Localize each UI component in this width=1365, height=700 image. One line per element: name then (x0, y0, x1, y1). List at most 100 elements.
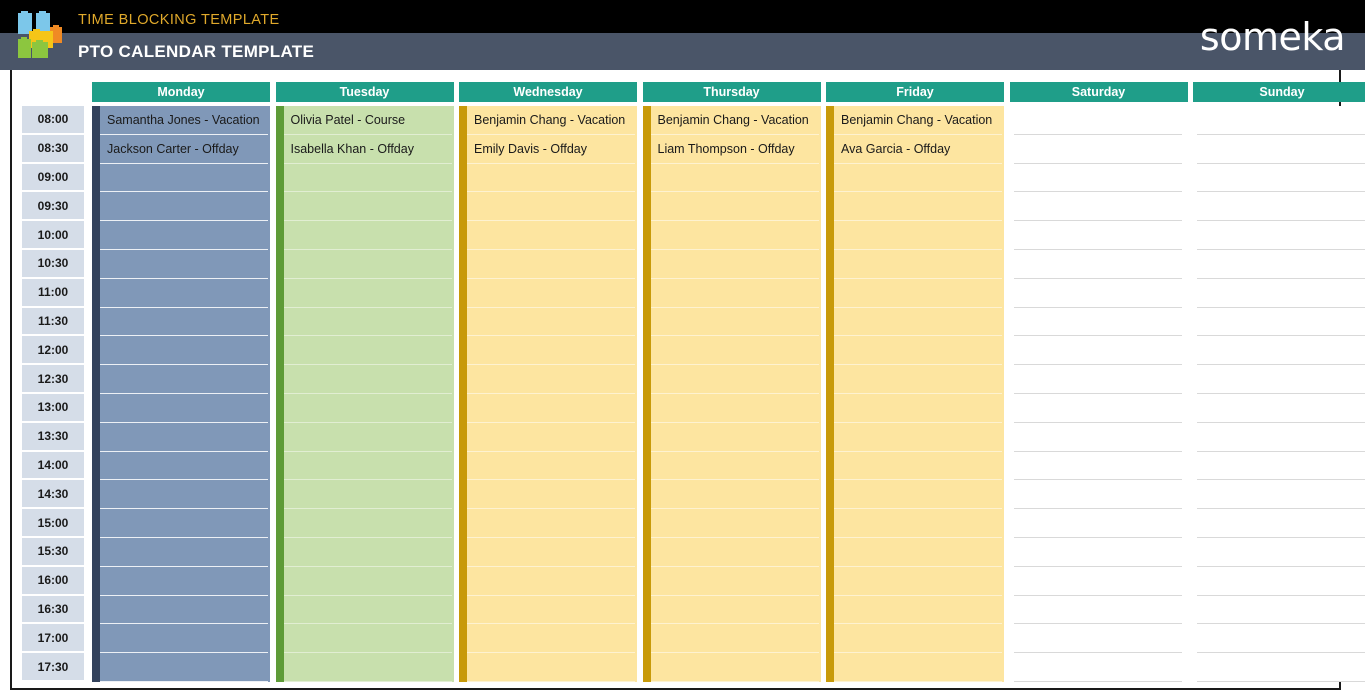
day-header-saturday[interactable]: Saturday (1009, 82, 1188, 102)
calendar-entry[interactable]: Isabella Khan - Offday (283, 135, 454, 164)
calendar-empty-slot[interactable] (283, 423, 454, 452)
calendar-empty-slot[interactable] (467, 279, 637, 308)
day-header-friday[interactable]: Friday (826, 82, 1004, 102)
calendar-empty-slot[interactable] (467, 365, 637, 394)
calendar-entry[interactable]: Benjamin Chang - Vacation (834, 106, 1004, 135)
calendar-empty-slot[interactable] (1193, 135, 1365, 164)
calendar-empty-slot[interactable] (834, 394, 1004, 423)
calendar-empty-slot[interactable] (100, 192, 270, 221)
calendar-empty-slot[interactable] (100, 452, 270, 481)
calendar-empty-slot[interactable] (1193, 567, 1365, 596)
calendar-empty-slot[interactable] (100, 250, 270, 279)
calendar-empty-slot[interactable] (650, 567, 821, 596)
calendar-empty-slot[interactable] (283, 164, 454, 193)
calendar-empty-slot[interactable] (650, 423, 821, 452)
calendar-empty-slot[interactable] (1010, 135, 1188, 164)
calendar-empty-slot[interactable] (100, 624, 270, 653)
calendar-entry[interactable]: Samantha Jones - Vacation (100, 106, 270, 135)
calendar-empty-slot[interactable] (834, 308, 1004, 337)
calendar-empty-slot[interactable] (467, 250, 637, 279)
calendar-empty-slot[interactable] (283, 567, 454, 596)
calendar-empty-slot[interactable] (650, 509, 821, 538)
calendar-empty-slot[interactable] (834, 250, 1004, 279)
calendar-empty-slot[interactable] (1193, 164, 1365, 193)
calendar-empty-slot[interactable] (467, 653, 637, 682)
calendar-empty-slot[interactable] (1193, 624, 1365, 653)
calendar-empty-slot[interactable] (650, 192, 821, 221)
calendar-empty-slot[interactable] (1010, 509, 1188, 538)
calendar-empty-slot[interactable] (283, 336, 454, 365)
calendar-empty-slot[interactable] (1010, 192, 1188, 221)
calendar-empty-slot[interactable] (834, 221, 1004, 250)
calendar-empty-slot[interactable] (834, 567, 1004, 596)
calendar-empty-slot[interactable] (467, 423, 637, 452)
calendar-empty-slot[interactable] (650, 596, 821, 625)
calendar-empty-slot[interactable] (467, 394, 637, 423)
calendar-empty-slot[interactable] (1193, 250, 1365, 279)
calendar-empty-slot[interactable] (1010, 279, 1188, 308)
calendar-empty-slot[interactable] (467, 567, 637, 596)
calendar-empty-slot[interactable] (1193, 192, 1365, 221)
calendar-empty-slot[interactable] (834, 279, 1004, 308)
calendar-empty-slot[interactable] (650, 164, 821, 193)
calendar-empty-slot[interactable] (1193, 365, 1365, 394)
calendar-empty-slot[interactable] (834, 538, 1004, 567)
calendar-empty-slot[interactable] (834, 596, 1004, 625)
day-header-sunday[interactable]: Sunday (1193, 82, 1365, 102)
calendar-empty-slot[interactable] (1010, 394, 1188, 423)
calendar-empty-slot[interactable] (1010, 538, 1188, 567)
calendar-empty-slot[interactable] (1193, 394, 1365, 423)
calendar-empty-slot[interactable] (283, 509, 454, 538)
calendar-empty-slot[interactable] (283, 480, 454, 509)
calendar-empty-slot[interactable] (834, 423, 1004, 452)
calendar-empty-slot[interactable] (650, 250, 821, 279)
calendar-empty-slot[interactable] (1010, 452, 1188, 481)
calendar-empty-slot[interactable] (650, 221, 821, 250)
calendar-empty-slot[interactable] (834, 365, 1004, 394)
calendar-empty-slot[interactable] (100, 596, 270, 625)
calendar-empty-slot[interactable] (834, 653, 1004, 682)
calendar-empty-slot[interactable] (467, 538, 637, 567)
calendar-entry[interactable]: Ava Garcia - Offday (834, 135, 1004, 164)
calendar-empty-slot[interactable] (1010, 596, 1188, 625)
calendar-empty-slot[interactable] (834, 509, 1004, 538)
calendar-empty-slot[interactable] (834, 480, 1004, 509)
calendar-empty-slot[interactable] (100, 164, 270, 193)
day-header-monday[interactable]: Monday (92, 82, 270, 102)
calendar-empty-slot[interactable] (100, 567, 270, 596)
calendar-empty-slot[interactable] (1010, 164, 1188, 193)
calendar-empty-slot[interactable] (650, 480, 821, 509)
calendar-empty-slot[interactable] (467, 164, 637, 193)
calendar-empty-slot[interactable] (1010, 336, 1188, 365)
calendar-empty-slot[interactable] (467, 221, 637, 250)
calendar-empty-slot[interactable] (100, 221, 270, 250)
calendar-entry[interactable]: Emily Davis - Offday (467, 135, 637, 164)
calendar-empty-slot[interactable] (834, 452, 1004, 481)
calendar-empty-slot[interactable] (283, 365, 454, 394)
calendar-empty-slot[interactable] (1010, 653, 1188, 682)
calendar-empty-slot[interactable] (467, 624, 637, 653)
calendar-entry[interactable]: Liam Thompson - Offday (650, 135, 821, 164)
calendar-empty-slot[interactable] (100, 480, 270, 509)
calendar-empty-slot[interactable] (283, 192, 454, 221)
calendar-empty-slot[interactable] (467, 509, 637, 538)
calendar-empty-slot[interactable] (650, 279, 821, 308)
calendar-empty-slot[interactable] (283, 653, 454, 682)
calendar-entry[interactable]: Olivia Patel - Course (283, 106, 454, 135)
calendar-empty-slot[interactable] (1193, 106, 1365, 135)
calendar-empty-slot[interactable] (1010, 106, 1188, 135)
calendar-empty-slot[interactable] (834, 192, 1004, 221)
calendar-empty-slot[interactable] (1193, 596, 1365, 625)
calendar-empty-slot[interactable] (834, 336, 1004, 365)
calendar-empty-slot[interactable] (1010, 308, 1188, 337)
calendar-empty-slot[interactable] (1010, 365, 1188, 394)
calendar-empty-slot[interactable] (1193, 336, 1365, 365)
calendar-empty-slot[interactable] (283, 624, 454, 653)
calendar-empty-slot[interactable] (283, 308, 454, 337)
calendar-empty-slot[interactable] (100, 509, 270, 538)
calendar-empty-slot[interactable] (650, 336, 821, 365)
calendar-empty-slot[interactable] (1193, 480, 1365, 509)
calendar-empty-slot[interactable] (1193, 452, 1365, 481)
calendar-empty-slot[interactable] (467, 192, 637, 221)
calendar-empty-slot[interactable] (1193, 538, 1365, 567)
